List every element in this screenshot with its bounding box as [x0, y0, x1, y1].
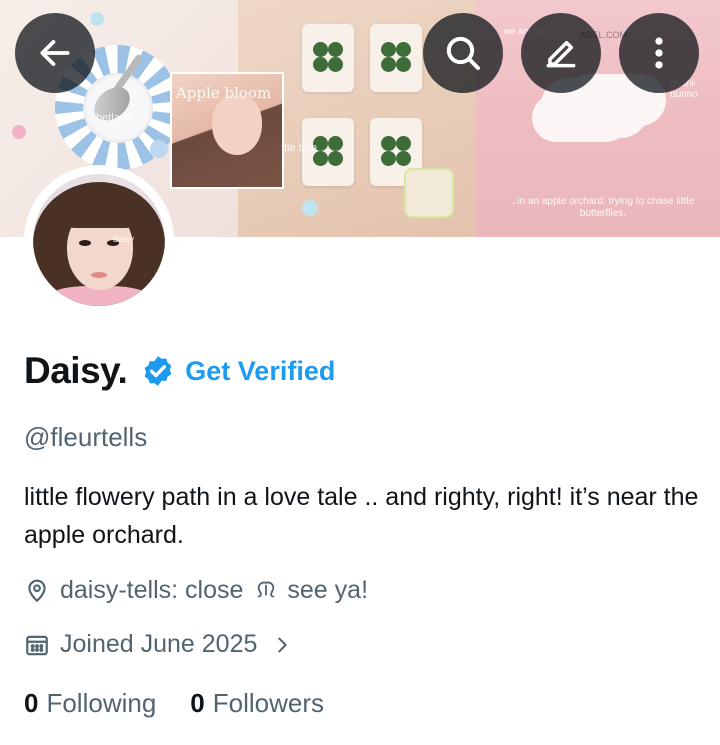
following-link[interactable]: 0 Following: [24, 688, 156, 719]
decor-dot: [90, 12, 104, 26]
avatar-lip: [91, 272, 107, 278]
back-button[interactable]: [15, 13, 95, 93]
banner-photo-face: [212, 95, 262, 155]
search-button[interactable]: [423, 13, 503, 93]
followers-count: 0: [190, 688, 205, 718]
avatar-eye: [79, 240, 91, 246]
arrow-left-icon: [40, 40, 70, 66]
profile-bio: little flowery path in a love tale .. an…: [24, 483, 699, 549]
followers-link[interactable]: 0 Followers: [190, 688, 324, 719]
location-pin-icon: [28, 579, 46, 602]
avatar-bangs: [61, 196, 139, 228]
joined-text: Joined June 2025: [60, 630, 258, 658]
location-suffix: see ya!: [287, 576, 369, 604]
follow-stats: 0 Following 0 Followers: [24, 688, 324, 719]
banner-caption: betlave: [96, 112, 132, 124]
edit-button[interactable]: [521, 13, 601, 93]
avatar[interactable]: daisy: [33, 174, 165, 306]
clover-tile: [370, 24, 422, 92]
chevron-right-icon: [278, 637, 288, 652]
banner-photo-caption: Apple bloom: [176, 84, 272, 102]
omega-icon: [258, 581, 275, 597]
joined-row[interactable]: Joined June 2025: [24, 630, 293, 659]
verified-badge-icon[interactable]: [141, 354, 175, 388]
more-vertical-icon: [655, 37, 663, 69]
more-button[interactable]: [619, 13, 699, 93]
get-verified-link[interactable]: Get Verified: [185, 356, 335, 387]
decor-dot: [12, 125, 26, 139]
calendar-icon: [26, 635, 48, 655]
banner-caption: ..in an apple orchard, trying to chase l…: [511, 196, 695, 219]
pencil-icon: [546, 40, 576, 68]
flower-sticker: [404, 168, 454, 218]
clover-tile: [302, 24, 354, 92]
display-name: Daisy.: [24, 350, 128, 391]
location-row: daisy-tells: close see ya!: [24, 576, 368, 605]
location-text: daisy-tells: close: [60, 576, 244, 604]
followers-label: Followers: [212, 688, 325, 718]
search-icon: [446, 36, 480, 70]
following-label: Following: [46, 688, 157, 718]
decor-dot: [150, 140, 168, 158]
profile-name-row: Daisy. Get Verified: [24, 350, 335, 392]
profile-handle: @fleurtells: [24, 422, 148, 452]
decor-dot: [302, 200, 318, 216]
avatar-caption: daisy: [113, 234, 135, 244]
following-count: 0: [24, 688, 39, 718]
